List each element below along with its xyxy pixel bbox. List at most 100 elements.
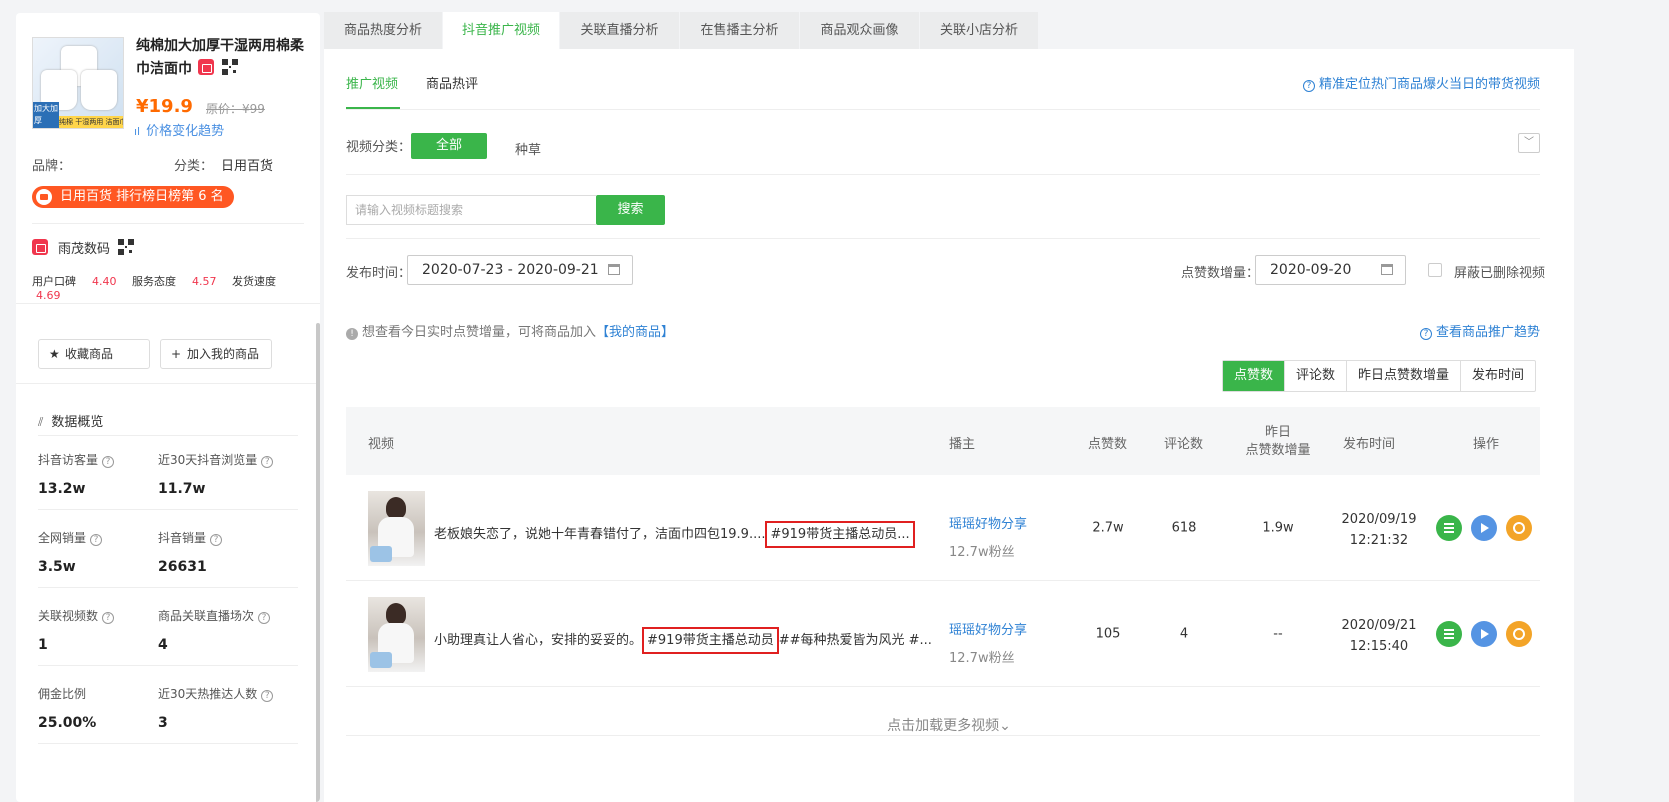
video-search-input[interactable]: [346, 195, 596, 225]
sort-comments[interactable]: 评论数: [1284, 361, 1346, 391]
stat-value: 3: [158, 715, 168, 731]
load-more-button[interactable]: 点击加载更多视频⌄: [324, 715, 1574, 735]
stat-value: 1: [38, 637, 48, 653]
video-title[interactable]: 老板娘失恋了，说她十年青春错付了，洁面巾四包19.9.... #919带货主播总动…: [434, 521, 915, 548]
score-label: 发货速度: [232, 275, 276, 288]
person-graphic: [386, 603, 406, 625]
sidebar-scrollbar[interactable]: [316, 323, 320, 802]
douyin-shop-icon: [198, 59, 214, 75]
tab-live[interactable]: 关联直播分析: [560, 12, 679, 49]
product-price: ¥19.9: [136, 96, 193, 117]
divider: [38, 435, 298, 436]
anchor-fans: 12.7w粉丝: [949, 651, 1015, 666]
help-icon[interactable]: ?: [261, 690, 274, 702]
search-button[interactable]: 搜索: [596, 195, 665, 225]
overview-title: ⫽ 数据概览: [38, 411, 103, 430]
help-icon[interactable]: ?: [258, 612, 271, 624]
shop-qrcode-icon[interactable]: [118, 239, 135, 255]
stat-label: 抖音销量?: [158, 529, 288, 546]
help-icon[interactable]: ?: [261, 456, 274, 468]
help-icon[interactable]: ?: [210, 534, 223, 546]
help-icon[interactable]: ?: [102, 456, 115, 468]
likes-increment-date-text: 2020-09-20: [1270, 262, 1352, 278]
shop-info[interactable]: 雨茂数码: [32, 238, 135, 257]
add-my-product-button[interactable]: + 加入我的商品: [160, 339, 272, 369]
stat-label-text: 商品关联直播场次: [158, 609, 255, 623]
subtab-promo-videos[interactable]: 推广视频: [346, 73, 398, 92]
shop-scores: 用户口碑 4.40 服务态度 4.57 发货速度 4.69: [32, 273, 320, 302]
stat-label-text: 佣金比例: [38, 687, 87, 701]
tab-shops[interactable]: 关联小店分析: [920, 12, 1038, 49]
favorite-button[interactable]: ★ 收藏商品: [38, 339, 150, 369]
likes-increment-date[interactable]: 2020-09-20: [1255, 255, 1406, 285]
stat-label: 抖音访客量?: [38, 451, 168, 468]
qrcode-icon[interactable]: [222, 59, 238, 75]
stat-commission: 佣金比例 25.00%: [38, 685, 168, 731]
stat-value: 11.7w: [158, 481, 206, 497]
shopping-bag-icon: [36, 189, 52, 205]
publish-date: 2020/09/19: [1341, 512, 1417, 527]
calendar-icon: [1381, 264, 1393, 275]
play-icon[interactable]: [1471, 515, 1497, 541]
hide-deleted-label: 屏蔽已删除视频: [1454, 266, 1546, 281]
shop-icon: [32, 239, 48, 255]
divider: [346, 174, 1540, 175]
target-icon[interactable]: [1506, 515, 1532, 541]
product-image[interactable]: 加大加厚 纯棉 干湿两用 洁面巾: [32, 37, 124, 129]
stat-label: 近30天抖音浏览量?: [158, 451, 288, 468]
publish-date-range[interactable]: 2020-07-23 - 2020-09-21: [407, 255, 633, 285]
anchor-name[interactable]: 瑶瑶好物分享: [949, 513, 1027, 532]
tab-anchors[interactable]: 在售播主分析: [680, 12, 799, 49]
category-value: 日用百货: [221, 159, 274, 174]
col-publish-time[interactable]: 发布时间: [1343, 433, 1395, 452]
stat-label: 近30天热推达人数?: [158, 685, 288, 702]
product-title[interactable]: 纯棉加大加厚干湿两用棉柔巾洁面巾: [136, 35, 306, 81]
category-seed-option[interactable]: 种草: [515, 139, 541, 158]
detail-icon[interactable]: [1436, 515, 1462, 541]
promo-trend-link[interactable]: ? 查看商品推广趋势: [1419, 321, 1540, 340]
video-title-suffix: ##每种热爱皆为风光 #...: [778, 633, 932, 648]
stat-value: 26631: [158, 559, 207, 575]
divider: [38, 587, 298, 588]
sort-likes[interactable]: 点赞数: [1223, 361, 1285, 391]
hashtag-highlight: #919带货主播总动员: [642, 627, 779, 654]
stat-label-text: 抖音销量: [158, 531, 207, 545]
product-sidebar: 加大加厚 纯棉 干湿两用 洁面巾 纯棉加大加厚干湿两用棉柔巾洁面巾 ¥19.9 …: [16, 13, 320, 802]
person-graphic: [386, 497, 406, 519]
video-title[interactable]: 小助理真让人省心，安排的妥妥的。 #919带货主播总动员 ##每种热爱皆为风光 #.…: [434, 627, 932, 654]
target-icon[interactable]: [1506, 621, 1532, 647]
hide-deleted-checkbox[interactable]: [1428, 263, 1442, 277]
question-icon: ?: [1302, 80, 1315, 92]
col-comments[interactable]: 评论数: [1164, 433, 1203, 452]
tab-audience[interactable]: 商品观众画像: [800, 12, 919, 49]
my-products-link[interactable]: 【我的商品】: [596, 325, 674, 340]
sort-likes-inc[interactable]: 昨日点赞数增量: [1346, 361, 1460, 391]
score-value: 4.57: [192, 275, 217, 288]
col-likes-inc[interactable]: 昨日 点赞数增量: [1242, 424, 1314, 460]
help-icon[interactable]: ?: [102, 612, 115, 624]
help-icon[interactable]: ?: [90, 534, 103, 546]
publish-date-range-text: 2020-07-23 - 2020-09-21: [422, 262, 599, 278]
col-likes[interactable]: 点赞数: [1088, 433, 1127, 452]
category-all-button[interactable]: 全部: [411, 133, 487, 159]
product-bag-graphic: [81, 70, 117, 110]
anchor-name[interactable]: 瑶瑶好物分享: [949, 619, 1027, 638]
sort-publish-time[interactable]: 发布时间: [1460, 361, 1535, 391]
stat-related-videos: 关联视频数? 1: [38, 607, 168, 653]
hashtag-highlight: #919带货主播总动员...: [765, 521, 915, 548]
video-thumbnail[interactable]: [368, 597, 425, 672]
score-value: 4.69: [36, 289, 61, 302]
video-thumbnail[interactable]: [368, 491, 425, 566]
rank-badge[interactable]: 日用百货 排行榜日榜第 6 名: [32, 186, 234, 208]
load-more-text: 点击加载更多视频: [887, 718, 1000, 734]
help-link[interactable]: ? 精准定位热门商品爆火当日的带货视频: [1302, 73, 1540, 92]
product-image-strip: 纯棉 干湿两用 洁面巾: [59, 116, 123, 128]
price-trend-link[interactable]: ıl 价格变化趋势: [134, 120, 224, 139]
play-icon[interactable]: [1471, 621, 1497, 647]
detail-icon[interactable]: [1436, 621, 1462, 647]
tab-promo-videos[interactable]: 抖音推广视频: [443, 12, 559, 49]
tab-heat[interactable]: 商品热度分析: [324, 12, 442, 49]
subtab-reviews[interactable]: 商品热评: [426, 73, 478, 92]
chevron-down-icon[interactable]: ﹀: [1518, 133, 1540, 153]
stat-label-text: 关联视频数: [38, 609, 99, 623]
